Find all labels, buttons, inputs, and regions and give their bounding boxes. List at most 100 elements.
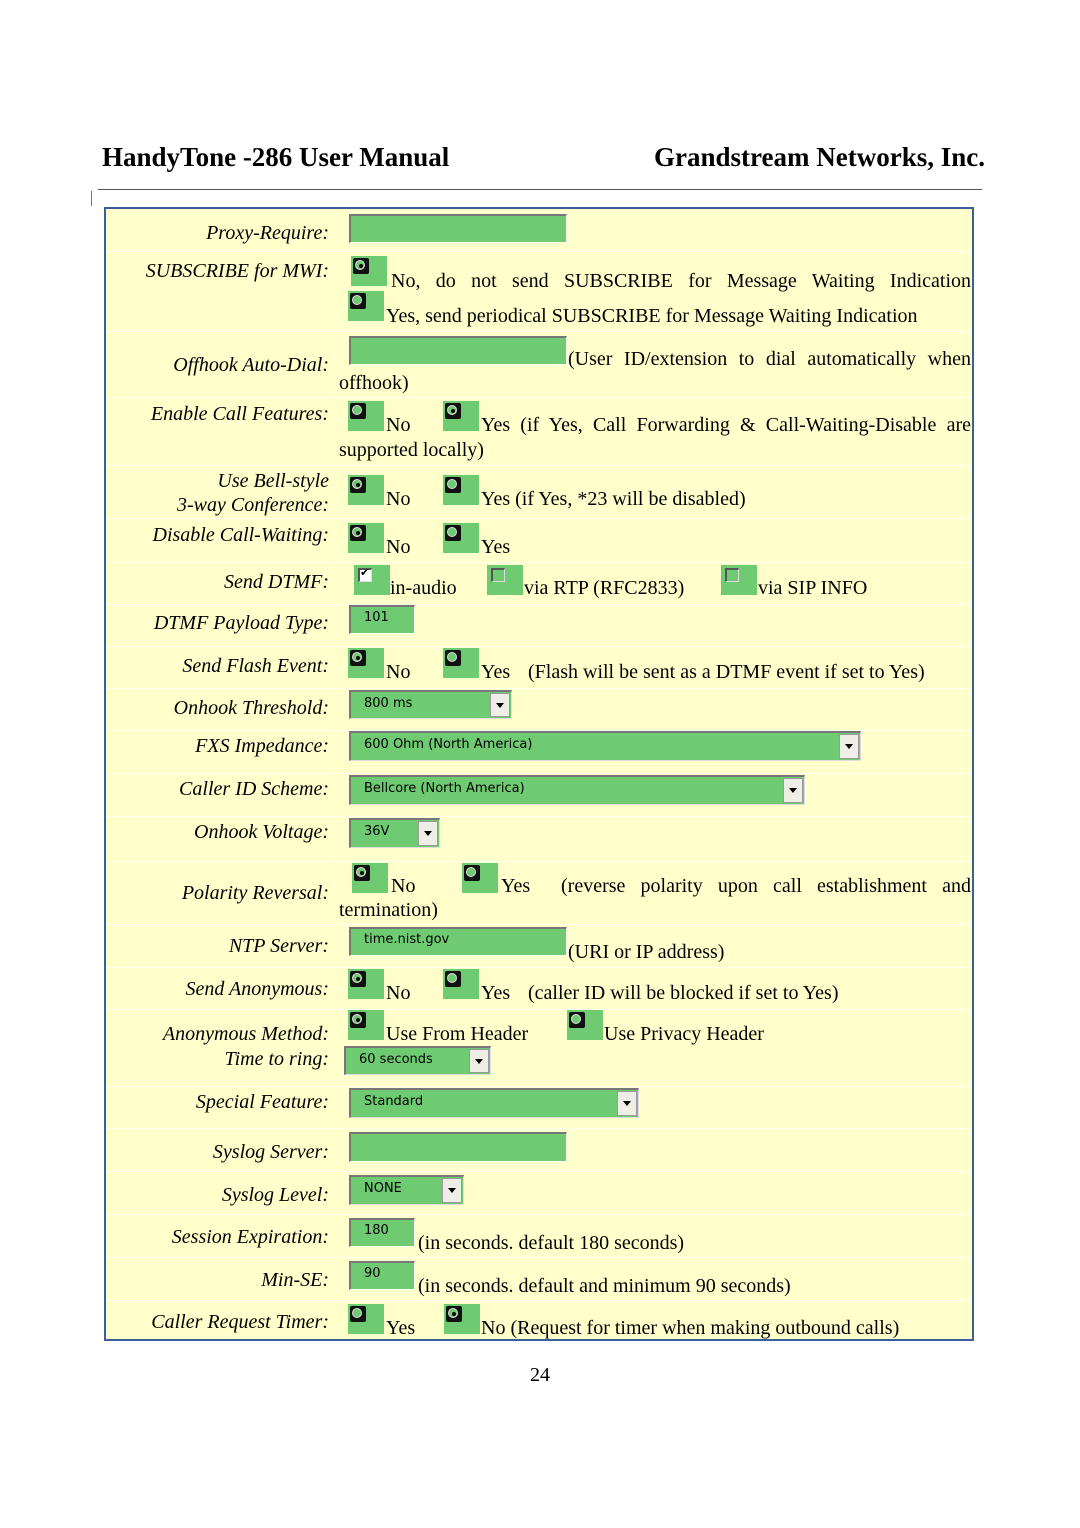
call-waiting-yes-radio[interactable] [443, 523, 479, 553]
radio-empty-icon [350, 293, 366, 309]
caller-id-scheme-value: Bellcore (North America) [364, 781, 525, 796]
row-enable-call-features: Enable Call Features: No Yes (if Yes, Ca… [106, 397, 972, 466]
subscribe-mwi-yes-label: Yes, send periodical SUBSCRIBE for Messa… [386, 305, 918, 327]
call-features-no-radio[interactable] [348, 401, 384, 431]
call-features-no-label: No [386, 414, 411, 436]
offhook-autodial-input[interactable] [349, 336, 567, 365]
dtmf-payload-input[interactable]: 101 [349, 605, 415, 634]
privacy-header-radio[interactable] [567, 1010, 603, 1040]
page-number: 24 [530, 1364, 550, 1386]
request-timer-no-label: No (Request for timer when making outbou… [481, 1317, 900, 1339]
syslog-level-select[interactable]: NONE [349, 1175, 464, 1205]
caller-id-scheme-select[interactable]: Bellcore (North America) [349, 775, 805, 805]
label-subscribe-mwi: SUBSCRIBE for MWI: [145, 260, 329, 282]
radio-selected-icon [350, 525, 366, 541]
row-disable-call-waiting: Disable Call-Waiting: No Yes [106, 518, 972, 563]
onhook-voltage-select[interactable]: 36V [349, 818, 440, 848]
label-syslog-server: Syslog Server: [212, 1141, 329, 1163]
anonymous-note: (caller ID will be blocked if set to Yes… [528, 982, 839, 1004]
checkbox-checked-icon [358, 566, 372, 582]
chevron-down-icon[interactable] [490, 693, 510, 717]
row-send-dtmf: Send DTMF: in-audio via RTP (RFC2833) vi… [106, 562, 972, 605]
flash-yes-radio[interactable] [443, 648, 479, 678]
radio-selected-icon [350, 971, 366, 987]
row-offhook-autodial: Offhook Auto-Dial: (User ID/extension to… [106, 331, 972, 398]
label-caller-request-timer: Caller Request Timer: [151, 1311, 329, 1333]
row-onhook-voltage: Onhook Voltage: 36V [106, 816, 972, 862]
row-send-flash: Send Flash Event: No Yes (Flash will be … [106, 646, 972, 689]
from-header-radio[interactable] [348, 1010, 384, 1040]
bell-style-no-radio[interactable] [348, 475, 384, 505]
row-session-expiration: Session Expiration: 180 (in seconds. def… [106, 1214, 972, 1258]
label-fxs-impedance: FXS Impedance: [195, 735, 329, 757]
min-se-note: (in seconds. default and minimum 90 seco… [418, 1275, 791, 1297]
row-dtmf-payload: DTMF Payload Type: 101 [106, 604, 972, 647]
row-caller-request-timer: Caller Request Timer: Yes No (Request fo… [106, 1300, 972, 1341]
flash-yes-label: Yes [481, 661, 511, 683]
radio-empty-icon [445, 525, 461, 541]
flash-no-radio[interactable] [348, 648, 384, 678]
label-bell-style-1: Use Bell-style [217, 470, 329, 492]
header-rule [98, 189, 982, 190]
chevron-down-icon[interactable] [442, 1178, 462, 1203]
polarity-note-cont: termination) [339, 899, 438, 921]
privacy-header-label: Use Privacy Header [604, 1023, 764, 1045]
bell-style-yes-radio[interactable] [443, 475, 479, 505]
subscribe-mwi-no-radio[interactable] [351, 256, 387, 286]
manual-title: HandyTone -286 User Manual [102, 142, 450, 172]
label-syslog-level: Syslog Level: [221, 1184, 329, 1206]
call-waiting-no-radio[interactable] [348, 523, 384, 553]
flash-note: (Flash will be sent as a DTMF event if s… [528, 661, 925, 683]
chevron-down-icon[interactable] [839, 734, 859, 759]
onhook-threshold-select[interactable]: 800 ms [349, 690, 512, 719]
polarity-yes-label: Yes [501, 875, 531, 897]
time-to-ring-select[interactable]: 60 seconds [344, 1046, 491, 1075]
dtmf-sip-info-checkbox[interactable] [721, 565, 757, 595]
label-anonymous-method: Anonymous Method: [162, 1023, 329, 1045]
request-timer-no-radio[interactable] [444, 1304, 480, 1334]
chevron-down-icon[interactable] [418, 821, 438, 846]
label-send-flash: Send Flash Event: [182, 655, 329, 677]
label-proxy-require: Proxy-Require: [206, 222, 329, 244]
radio-empty-icon [569, 1012, 585, 1028]
request-timer-yes-radio[interactable] [348, 1304, 384, 1334]
session-expiration-input[interactable]: 180 [349, 1218, 415, 1247]
label-special-feature: Special Feature: [195, 1091, 329, 1113]
ntp-server-input[interactable]: time.nist.gov [349, 927, 567, 956]
radio-empty-icon [350, 1306, 366, 1322]
anonymous-yes-radio[interactable] [443, 969, 479, 999]
fxs-impedance-select[interactable]: 600 Ohm (North America) [349, 731, 861, 761]
proxy-require-input[interactable] [349, 214, 567, 243]
anonymous-no-radio[interactable] [348, 969, 384, 999]
dtmf-in-audio-checkbox[interactable] [354, 565, 390, 595]
polarity-yes-radio[interactable] [462, 863, 498, 893]
chevron-down-icon[interactable] [783, 778, 803, 803]
label-ntp-server: NTP Server: [228, 935, 329, 957]
dtmf-rtp-checkbox[interactable] [487, 565, 523, 595]
margin-mark [91, 191, 92, 206]
radio-selected-icon [350, 1012, 366, 1028]
call-features-note-cont: supported locally) [339, 439, 484, 461]
anonymous-no-label: No [386, 982, 411, 1004]
label-time-to-ring: Time to ring: [224, 1048, 329, 1070]
row-onhook-threshold: Onhook Threshold: 800 ms [106, 688, 972, 731]
special-feature-select[interactable]: Standard [349, 1088, 639, 1118]
flash-no-label: No [386, 661, 411, 683]
label-min-se: Min-SE: [261, 1269, 329, 1291]
onhook-threshold-value: 800 ms [364, 696, 413, 711]
radio-empty-icon [350, 403, 366, 419]
syslog-server-input[interactable] [349, 1132, 567, 1162]
from-header-label: Use From Header [386, 1023, 529, 1045]
label-offhook-autodial: Offhook Auto-Dial: [173, 354, 329, 376]
subscribe-mwi-yes-radio[interactable] [348, 291, 384, 321]
chevron-down-icon[interactable] [469, 1049, 489, 1073]
label-session-expiration: Session Expiration: [171, 1226, 329, 1248]
label-polarity-reversal: Polarity Reversal: [181, 882, 329, 904]
chevron-down-icon[interactable] [617, 1091, 637, 1116]
polarity-no-radio[interactable] [352, 863, 388, 893]
ntp-server-note: (URI or IP address) [568, 941, 725, 963]
min-se-input[interactable]: 90 [349, 1261, 415, 1290]
company-name: Grandstream Networks, Inc. [654, 142, 985, 172]
call-features-yes-radio[interactable] [443, 401, 479, 431]
subscribe-mwi-no-label: No, do not send SUBSCRIBE for Message Wa… [391, 270, 971, 292]
